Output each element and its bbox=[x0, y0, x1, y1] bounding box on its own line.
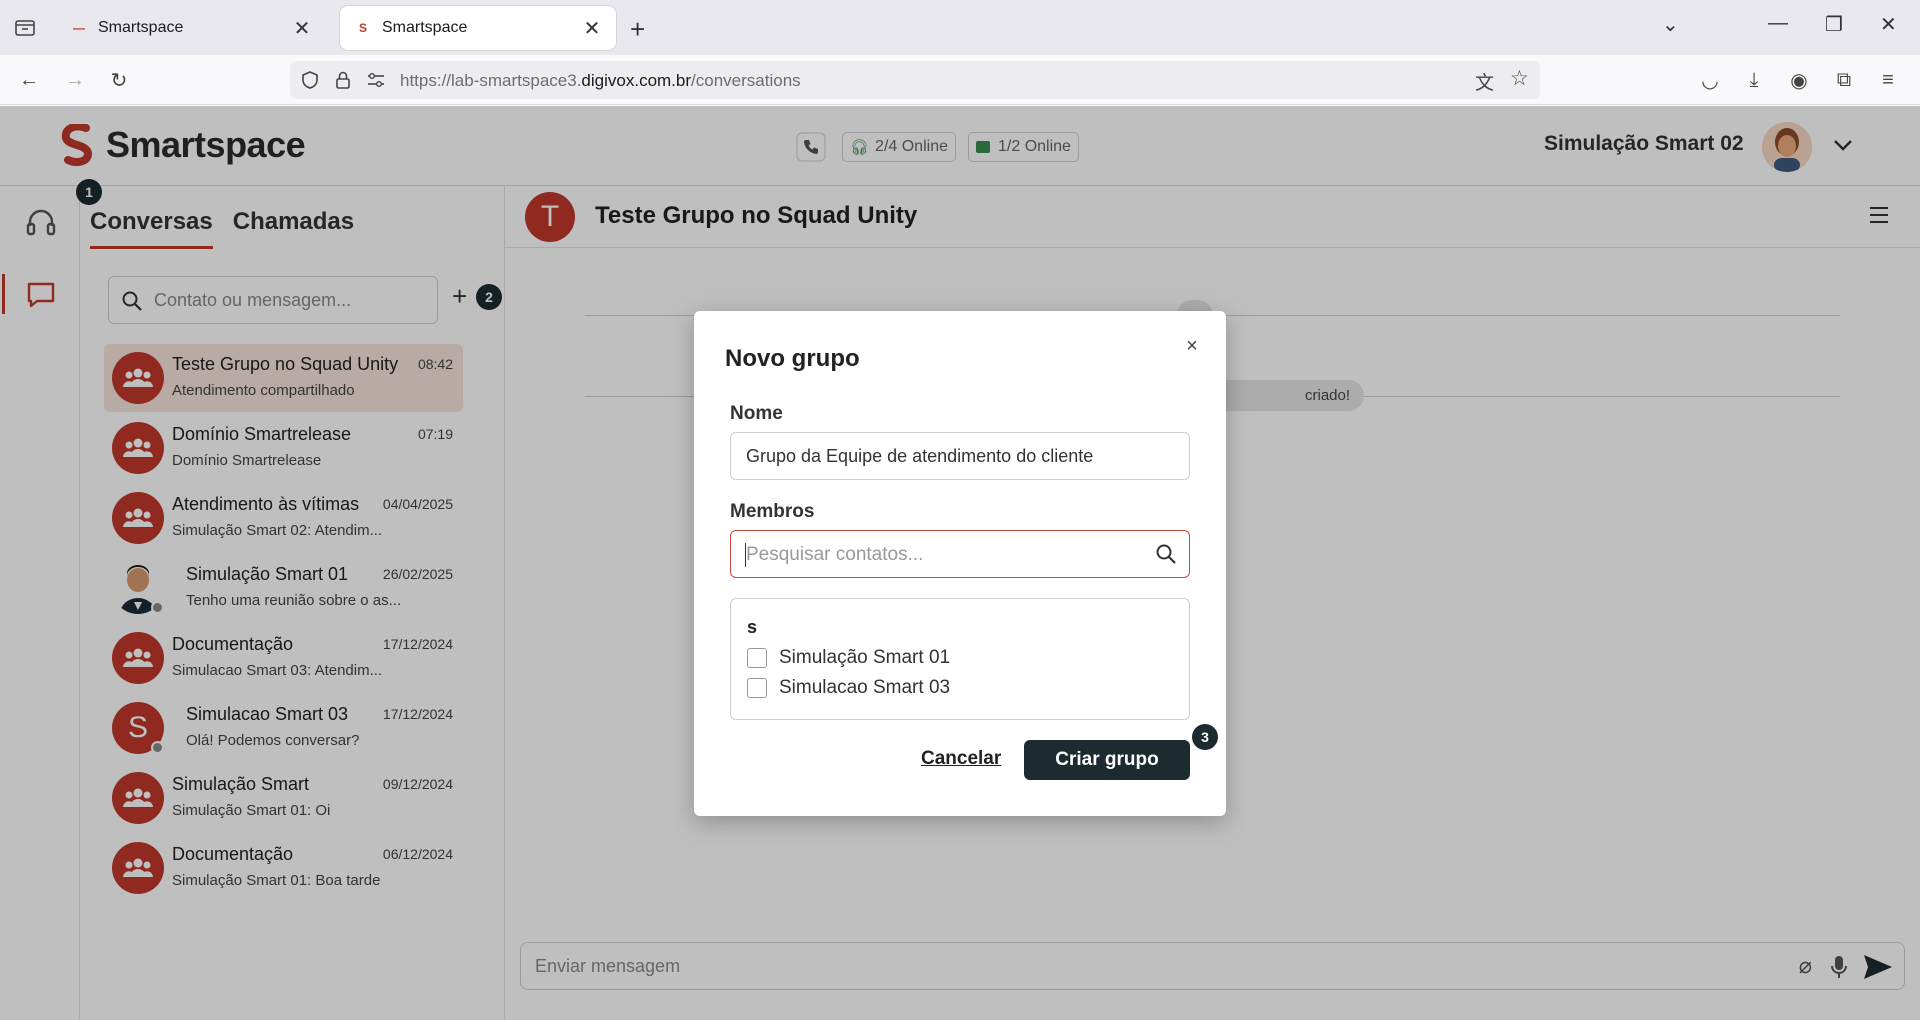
new-tab-icon[interactable]: + bbox=[630, 14, 645, 45]
restore-icon[interactable]: ❐ bbox=[1825, 12, 1843, 37]
close-icon[interactable]: × bbox=[1180, 335, 1204, 359]
smartspace-favicon: S bbox=[358, 21, 367, 35]
members-search-placeholder: Pesquisar contatos... bbox=[746, 544, 924, 565]
account-icon[interactable]: ◉ bbox=[1786, 67, 1812, 93]
member-name: Simulação Smart 01 bbox=[779, 647, 951, 668]
menu-icon[interactable]: ≡ bbox=[1875, 67, 1901, 93]
members-list: s Simulação Smart 01 Simulacao Smart 03 bbox=[730, 598, 1190, 720]
search-icon[interactable] bbox=[1155, 543, 1177, 565]
shield-icon[interactable] bbox=[300, 70, 320, 90]
member-checkbox[interactable] bbox=[747, 648, 767, 668]
member-option[interactable]: Simulacao Smart 03 bbox=[747, 677, 950, 699]
browser-tab-2[interactable]: S Smartspace ✕ bbox=[340, 6, 616, 50]
tab-list-icon[interactable] bbox=[14, 16, 36, 38]
site-permissions-icon[interactable] bbox=[366, 71, 386, 89]
list-tabs-icon[interactable]: ⌄ bbox=[1662, 12, 1679, 37]
tutorial-badge-3: 3 bbox=[1192, 724, 1218, 750]
tab-title: Smartspace bbox=[382, 19, 468, 36]
smartspace-favicon: — bbox=[73, 21, 85, 35]
member-checkbox[interactable] bbox=[747, 678, 767, 698]
back-icon[interactable]: ← bbox=[16, 67, 42, 93]
modal-title: Novo grupo bbox=[725, 345, 860, 372]
tab-title: Smartspace bbox=[98, 19, 184, 36]
forward-icon[interactable]: → bbox=[62, 67, 88, 93]
create-group-button[interactable]: Criar grupo bbox=[1024, 740, 1190, 780]
reload-icon[interactable]: ↻ bbox=[106, 67, 132, 93]
address-bar[interactable]: https://lab-smartspace3.digivox.com.br/c… bbox=[290, 61, 1540, 99]
pocket-icon[interactable]: ◡ bbox=[1697, 67, 1723, 93]
browser-tab-1[interactable]: — Smartspace ✕ bbox=[56, 6, 326, 50]
translate-icon[interactable]: 文 bbox=[1475, 68, 1494, 95]
window-close-icon[interactable]: ✕ bbox=[1880, 12, 1897, 37]
browser-navbar: ← → ↻ https://lab-smartspace3.digivox.co… bbox=[0, 55, 1920, 105]
close-tab-icon[interactable]: ✕ bbox=[292, 16, 312, 41]
url-text[interactable]: https://lab-smartspace3.digivox.com.br/c… bbox=[400, 71, 801, 91]
group-name-input[interactable]: Grupo da Equipe de atendimento do client… bbox=[730, 432, 1190, 480]
member-option[interactable]: Simulação Smart 01 bbox=[747, 647, 950, 669]
minimize-icon[interactable]: — bbox=[1768, 12, 1788, 35]
name-label: Nome bbox=[730, 403, 783, 424]
new-group-modal: Novo grupo × Nome Grupo da Equipe de ate… bbox=[694, 311, 1226, 816]
bookmark-star-icon[interactable]: ☆ bbox=[1510, 66, 1529, 91]
member-name: Simulacao Smart 03 bbox=[779, 677, 951, 698]
downloads-icon[interactable]: ⤓ bbox=[1741, 67, 1767, 93]
members-label: Membros bbox=[730, 501, 815, 522]
members-group-letter: s bbox=[747, 617, 758, 637]
lock-icon[interactable] bbox=[334, 70, 352, 90]
url-prefix: https://lab-smartspace3. bbox=[400, 71, 582, 90]
members-search-input[interactable]: Pesquisar contatos... bbox=[730, 530, 1190, 578]
url-domain: digivox.com.br bbox=[581, 71, 692, 90]
url-path: /conversations bbox=[691, 71, 801, 90]
close-tab-icon[interactable]: ✕ bbox=[582, 16, 602, 41]
cancel-button[interactable]: Cancelar bbox=[921, 748, 1001, 770]
browser-tabbar: — Smartspace ✕ S Smartspace ✕ + ⌄ — ❐ ✕ bbox=[0, 0, 1920, 55]
extensions-icon[interactable]: ⧉ bbox=[1831, 67, 1857, 93]
